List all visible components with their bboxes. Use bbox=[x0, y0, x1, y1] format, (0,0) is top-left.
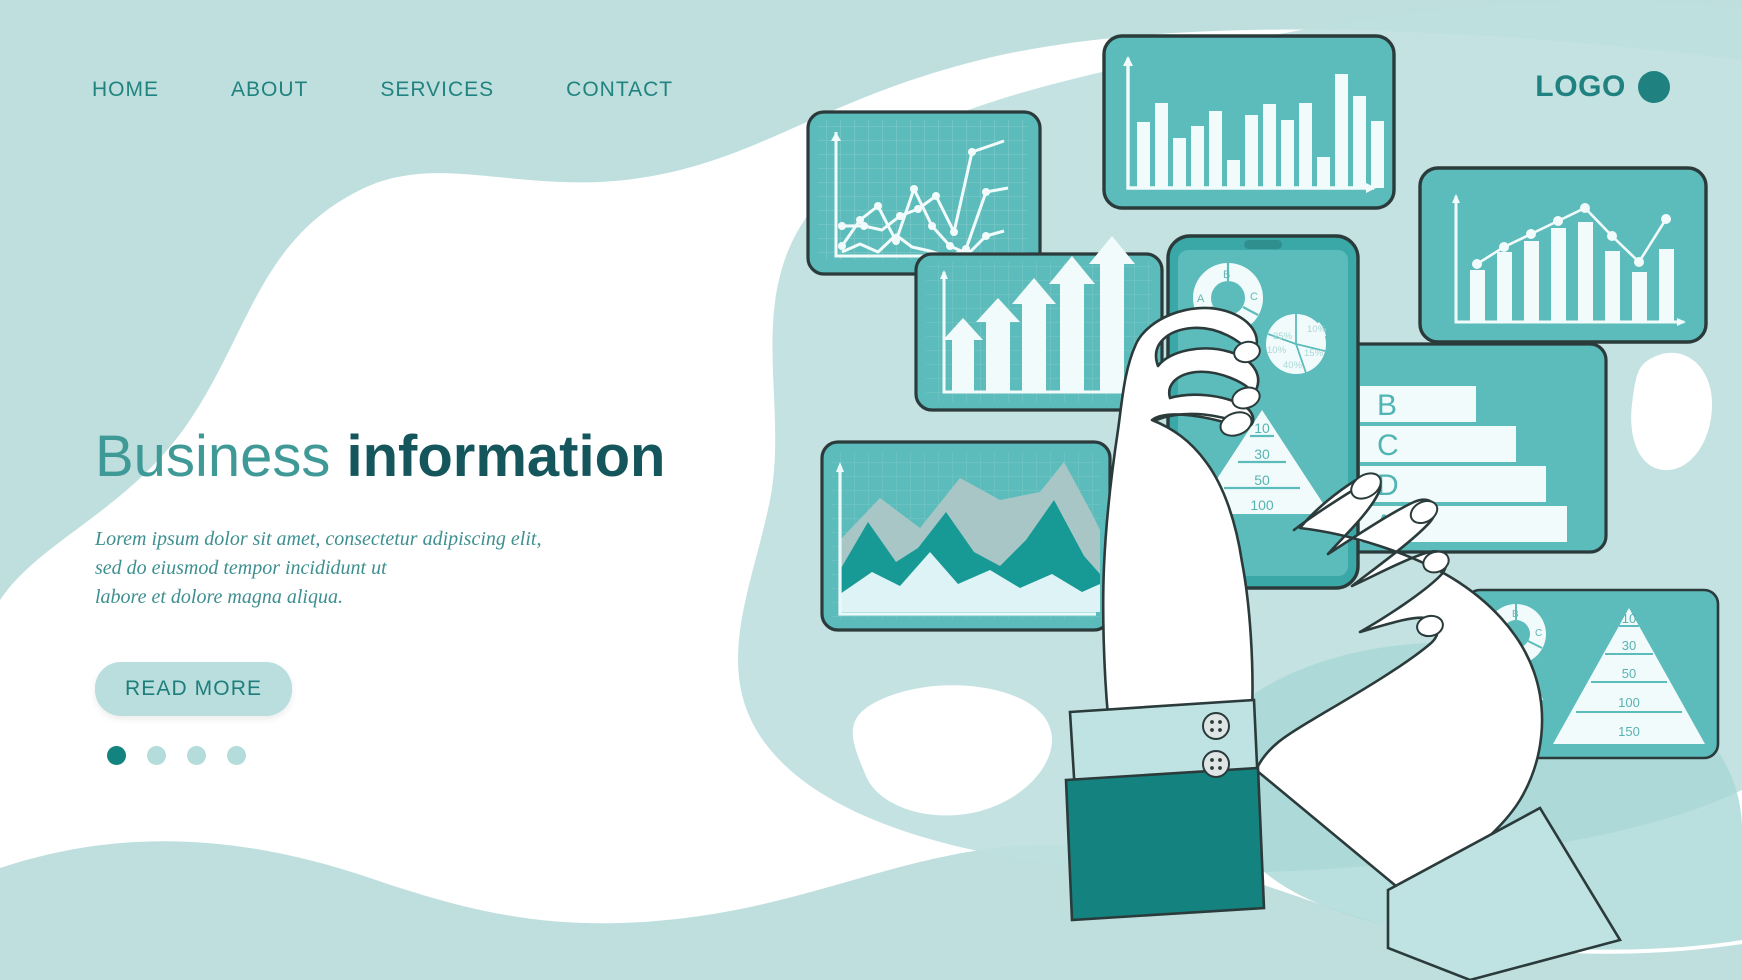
svg-text:10: 10 bbox=[1254, 420, 1270, 436]
hero-section: Business information Lorem ipsum dolor s… bbox=[95, 425, 715, 765]
carousel-dot-2[interactable] bbox=[147, 745, 166, 765]
svg-text:B: B bbox=[1223, 269, 1230, 281]
svg-text:10%: 10% bbox=[1307, 324, 1327, 335]
svg-text:30: 30 bbox=[1254, 446, 1270, 462]
nav-item-about[interactable]: ABOUT bbox=[231, 78, 308, 102]
combo-chart-card bbox=[1418, 166, 1708, 344]
carousel-dot-1[interactable] bbox=[107, 745, 126, 765]
svg-text:100: 100 bbox=[1250, 497, 1274, 513]
area-chart-card bbox=[820, 440, 1112, 632]
page-title: Business information bbox=[95, 425, 715, 489]
sleeve-dark bbox=[1064, 766, 1266, 922]
bar-label-c: C bbox=[1377, 429, 1399, 462]
logo-circle-icon bbox=[1638, 71, 1670, 103]
main-navigation: HOME ABOUT SERVICES CONTACT bbox=[92, 78, 673, 102]
logo[interactable]: LOGO bbox=[1535, 70, 1670, 104]
svg-text:40%: 40% bbox=[1283, 360, 1303, 371]
bar-label-b: B bbox=[1377, 389, 1397, 422]
svg-text:30: 30 bbox=[1622, 638, 1636, 653]
svg-text:C: C bbox=[1250, 291, 1258, 303]
svg-text:A: A bbox=[1197, 293, 1205, 305]
carousel-dot-3[interactable] bbox=[187, 745, 206, 765]
headline-bold: information bbox=[346, 424, 666, 489]
nav-item-services[interactable]: SERVICES bbox=[380, 78, 494, 102]
svg-text:B: B bbox=[1512, 609, 1519, 620]
carousel-pagination bbox=[95, 745, 715, 765]
nav-item-contact[interactable]: CONTACT bbox=[566, 78, 673, 102]
column-chart-card bbox=[1102, 34, 1396, 210]
left-sleeve bbox=[1064, 698, 1266, 922]
paragraph-line-1: Lorem ipsum dolor sit amet, consectetur … bbox=[95, 527, 542, 550]
svg-text:100: 100 bbox=[1618, 695, 1640, 710]
headline-light: Business bbox=[95, 424, 331, 489]
nav-item-home[interactable]: HOME bbox=[92, 78, 159, 102]
landing-page: B C D A AB CD bbox=[0, 0, 1742, 980]
svg-text:10%: 10% bbox=[1267, 345, 1287, 356]
svg-text:50: 50 bbox=[1254, 472, 1270, 488]
svg-text:C: C bbox=[1535, 628, 1542, 639]
svg-text:50: 50 bbox=[1622, 666, 1636, 681]
svg-text:10: 10 bbox=[1622, 611, 1636, 626]
carousel-dot-4[interactable] bbox=[227, 745, 246, 765]
paragraph-line-2: sed do eiusmod tempor incididunt ut bbox=[95, 556, 387, 579]
paragraph-line-3: labore et dolore magna aliqua. bbox=[95, 585, 343, 608]
svg-text:150: 150 bbox=[1618, 724, 1640, 739]
svg-text:25%: 25% bbox=[1273, 331, 1293, 342]
hero-paragraph: Lorem ipsum dolor sit amet, consectetur … bbox=[95, 525, 715, 612]
svg-text:15%: 15% bbox=[1304, 348, 1324, 359]
logo-text: LOGO bbox=[1535, 70, 1626, 103]
line-chart-card bbox=[806, 110, 1042, 276]
read-more-button[interactable]: READ MORE bbox=[95, 661, 293, 716]
